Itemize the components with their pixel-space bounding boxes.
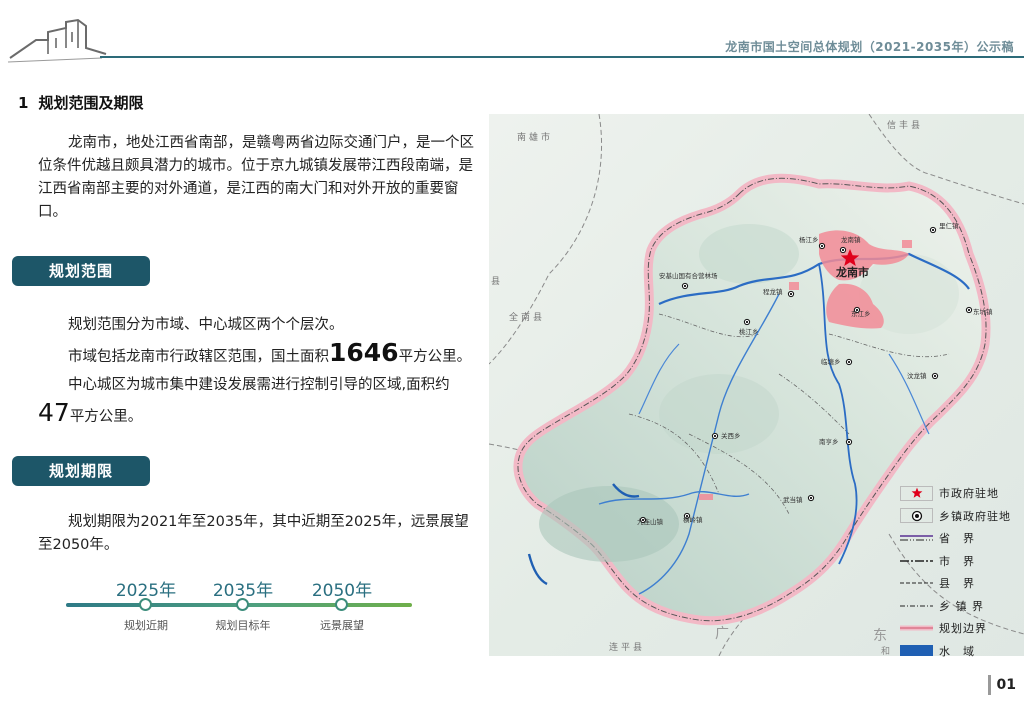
town-label: 桃江乡 xyxy=(739,327,759,336)
legend-item: 水 域 xyxy=(900,640,1022,663)
timeline-node xyxy=(335,598,348,611)
section-heading: 规划范围及期限 xyxy=(38,94,144,112)
legend-item: 市政府驻地 xyxy=(900,482,1022,505)
legend-label: 市 界 xyxy=(939,554,975,568)
town-label: 程龙镇 xyxy=(763,287,783,296)
outer-place-label: 和 xyxy=(881,646,890,656)
town-label: 关西乡 xyxy=(721,431,741,440)
urban-area xyxy=(699,494,713,500)
section-title: 1 规划范围及期限 xyxy=(18,92,143,113)
outer-place-label: 东 xyxy=(873,628,887,644)
water-area-icon xyxy=(900,645,933,657)
legend-label: 县 界 xyxy=(939,577,975,591)
plan-boundary-icon xyxy=(900,621,933,636)
timeline-label: 规划目标年 xyxy=(215,619,271,632)
town-label: 南亨乡 xyxy=(819,437,839,446)
scope-line-4-suffix: 平方公里。 xyxy=(69,409,143,425)
period-heading-badge: 规划期限 xyxy=(12,456,150,486)
town-label: 九连山镇 xyxy=(637,517,664,526)
center-area-value: 47 xyxy=(38,398,70,427)
legend-item: 县 界 xyxy=(900,572,1022,595)
red-star-icon xyxy=(900,485,933,501)
outer-place-label: 县 xyxy=(491,276,500,287)
legend-item: 市 界 xyxy=(900,550,1022,573)
scope-line-2-prefix: 市域包括龙南市行政辖区范围，国土面积 xyxy=(68,349,329,365)
legend-label: 市政府驻地 xyxy=(939,487,999,501)
scope-line-2-suffix: 平方公里。 xyxy=(398,349,472,365)
scope-line-4: 47平方公里。 xyxy=(38,398,142,427)
legend-label: 规划边界 xyxy=(939,622,987,636)
urban-area xyxy=(902,240,912,248)
document-title: 龙南市国土空间总体规划（2021-2035年）公示稿 xyxy=(725,40,1014,54)
building-logo-icon xyxy=(7,18,107,63)
town-label: 龙南镇 xyxy=(841,235,861,244)
scope-line-1: 规划范围分为市域、中心城区两个个层次。 xyxy=(68,317,344,333)
township-boundary-icon xyxy=(900,598,933,613)
timeline-node xyxy=(236,598,249,611)
period-text: 规划期限为2021年至2035年，其中近期至2025年，远景展望至2050年。 xyxy=(38,514,469,553)
town-label: 临塘乡 xyxy=(821,357,841,366)
town-dot-icon xyxy=(900,508,933,524)
town-label: 杨江乡 xyxy=(799,235,819,244)
total-area-value: 1646 xyxy=(329,338,399,367)
city-name-label: 龙南市 xyxy=(835,265,869,279)
legend-item: 规划边界 xyxy=(900,617,1022,640)
legend-label: 省 界 xyxy=(939,532,975,546)
town-label: 武当镇 xyxy=(783,495,803,504)
intro-text: 龙南市，地处江西省南部，是赣粤两省边际交通门户，是一个区位条件优越且颇具潜力的城… xyxy=(38,135,474,220)
town-label: 东坑镇 xyxy=(973,307,993,316)
town-label: 汶龙镇 xyxy=(907,371,927,380)
timeline-label: 远景展望 xyxy=(320,619,364,632)
town-label: 里仁镇 xyxy=(939,221,959,230)
legend-label: 水 域 xyxy=(939,644,975,658)
scope-heading-badge: 规划范围 xyxy=(12,256,150,286)
timeline-label: 规划近期 xyxy=(124,619,168,632)
page-number-bar xyxy=(988,675,991,695)
map-legend: 市政府驻地 乡镇政府驻地 省 界 市 界 县 界 乡 镇 界 规划边界 水 域 xyxy=(900,482,1022,662)
outer-place-label: 广 xyxy=(715,626,729,642)
period-paragraph: 规划期限为2021年至2035年，其中近期至2025年，远景展望至2050年。 xyxy=(38,511,478,557)
scope-line-2: 市域包括龙南市行政辖区范围，国土面积1646平方公里。 xyxy=(68,338,471,367)
town-label: 东江乡 xyxy=(851,309,871,318)
legend-item: 乡 镇 界 xyxy=(900,595,1022,618)
outer-place-label: 全南县 xyxy=(509,311,545,323)
county-boundary-icon xyxy=(900,576,933,591)
scope-line-3: 中心城区为城市集中建设发展需进行控制引导的区域,面积约 xyxy=(68,377,450,393)
outer-place-label: 南雄市 xyxy=(517,131,553,143)
section-number: 1 xyxy=(18,94,29,112)
intro-paragraph: 龙南市，地处江西省南部，是赣粤两省边际交通门户，是一个区位条件优越且颇具潜力的城… xyxy=(38,132,478,224)
legend-label: 乡 镇 界 xyxy=(939,599,984,613)
outer-place-label: 连平县 xyxy=(609,641,645,653)
outer-place-label: 信丰县 xyxy=(887,119,923,131)
legend-label: 乡镇政府驻地 xyxy=(939,509,1011,523)
city-boundary-icon xyxy=(900,553,933,568)
page-number: 01 xyxy=(996,677,1016,693)
header-divider xyxy=(100,56,1024,58)
town-label: 安基山国有合营林场 xyxy=(659,271,718,280)
legend-item: 省 界 xyxy=(900,527,1022,550)
timeline-node xyxy=(139,598,152,611)
legend-item: 乡镇政府驻地 xyxy=(900,505,1022,528)
province-boundary-icon xyxy=(900,531,933,546)
urban-area xyxy=(789,282,799,290)
town-label: 横岭镇 xyxy=(683,515,703,524)
